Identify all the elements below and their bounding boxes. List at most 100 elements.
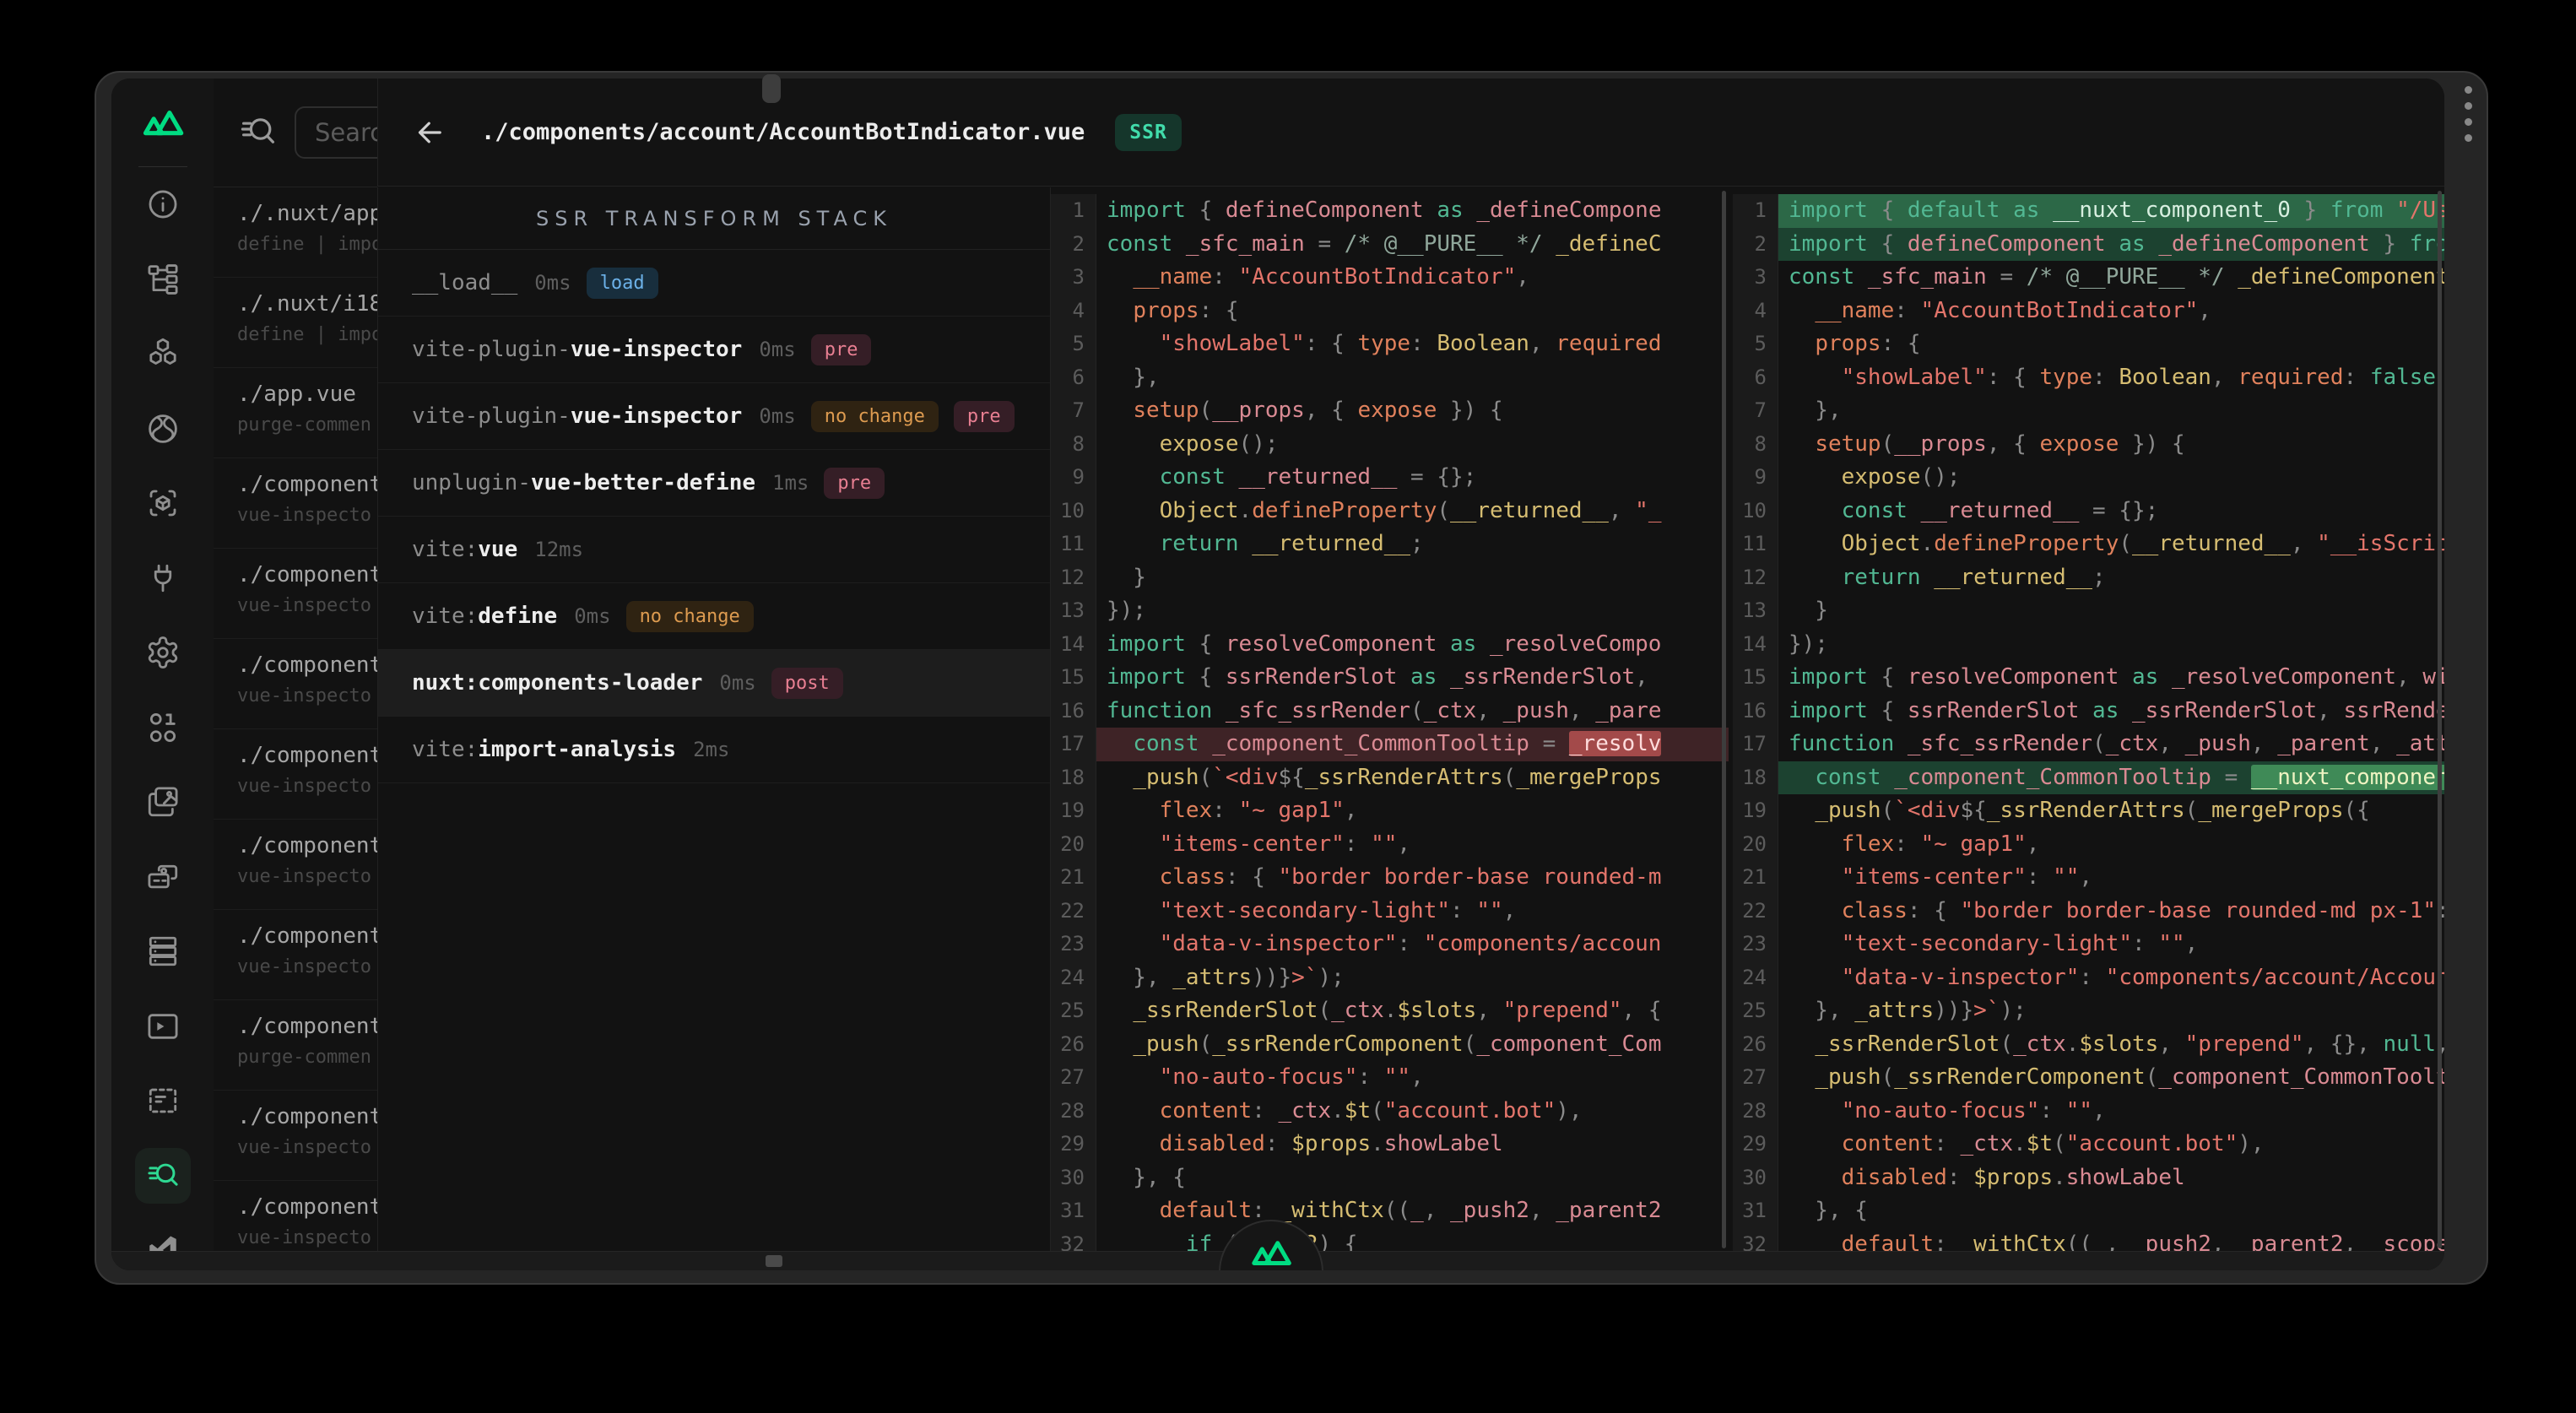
code-token: _ssrRenderComponent <box>1212 1031 1463 1057</box>
inspect-icon <box>145 1158 181 1194</box>
sidebar-item-assets[interactable] <box>111 765 214 840</box>
code-token: : <box>2079 965 2105 990</box>
sidebar-item-pages[interactable] <box>111 242 214 317</box>
code-token: _attrs <box>1854 998 1934 1023</box>
line-number: 23 <box>1051 928 1096 961</box>
code-token: Boolean <box>1437 331 1529 356</box>
line-number: 29 <box>1051 1128 1096 1161</box>
line-content: default: _withCtx((_, _push2, _parent2 <box>1096 1194 1729 1228</box>
line-number: 2 <box>1051 228 1096 262</box>
code-token: , <box>1503 898 1517 923</box>
code-token: expose <box>2039 431 2119 457</box>
file-list-item[interactable]: ./componentvue-inspecto <box>214 458 377 549</box>
code-token <box>1107 1031 1133 1057</box>
file-list-item[interactable]: ./componentpurge-commen <box>214 1000 377 1091</box>
transform-stack-row[interactable]: nuxt:components-loader0mspost <box>378 650 1050 717</box>
file-list-item[interactable]: ./app.vuepurge-commen <box>214 368 377 458</box>
transform-stack-row[interactable]: unplugin-vue-better-define1mspre <box>378 450 1050 517</box>
file-list-item[interactable]: ./componentvue-inspecto <box>214 820 377 910</box>
code-token: required <box>1556 331 1661 356</box>
sidebar-item-modules[interactable] <box>111 466 214 541</box>
code-token: "account.bot" <box>2066 1131 2238 1156</box>
line-number: 18 <box>1733 761 1778 795</box>
code-token: class <box>1160 864 1226 890</box>
transform-stack-row[interactable]: vite-plugin-vue-inspector0mspre <box>378 317 1050 383</box>
code-token: , <box>2092 1098 2106 1123</box>
code-line: 8 expose(); <box>1051 428 1729 462</box>
code-token: { <box>1881 698 1908 723</box>
code-token: { <box>1881 664 1908 690</box>
sidebar-item-terminal[interactable] <box>111 989 214 1064</box>
left-panel-scrollbar[interactable] <box>1722 191 1726 1248</box>
transform-stack-row[interactable]: vite-plugin-vue-inspector0msno changepre <box>378 383 1050 450</box>
code-token: _resolv <box>1569 731 1662 756</box>
line-content: const __returned__ = {}; <box>1778 495 2444 528</box>
code-panel-before: 1import { defineComponent as _defineComp… <box>1051 187 1729 1270</box>
sidebar-item-runtime-config[interactable] <box>111 615 214 690</box>
sidebar-item-open-graph[interactable] <box>111 1064 214 1139</box>
sidebar-item-components[interactable] <box>111 317 214 392</box>
code-token: _push <box>1133 765 1199 790</box>
sidebar-item-imports[interactable] <box>111 392 214 467</box>
line-number: 15 <box>1733 661 1778 695</box>
code-token: $t <box>1345 1098 1371 1123</box>
code-token: _sfc_ssrRender <box>1908 731 2092 756</box>
line-content: import { defineComponent as _defineCompo… <box>1778 228 2444 262</box>
sidebar-item-overview[interactable] <box>111 167 214 242</box>
code-token: "text-secondary-light" <box>1842 931 2132 956</box>
code-line: 28 content: _ctx.$t("account.bot"), <box>1051 1095 1729 1129</box>
transform-stack-row[interactable]: vite:import-analysis2ms <box>378 717 1050 783</box>
code-token: type <box>2039 365 2092 390</box>
code-token: _ <box>1410 1198 1424 1223</box>
file-list-item[interactable]: ./componentvue-inspecto <box>214 1091 377 1181</box>
bottom-scrollbar-thumb[interactable] <box>766 1255 782 1267</box>
code-token: ))} <box>1934 998 1973 1023</box>
right-panel-scrollbar[interactable] <box>2438 191 2442 1248</box>
line-number: 3 <box>1733 261 1778 295</box>
code-token: _push <box>1815 1064 1881 1090</box>
code-token: = <box>1305 231 1345 257</box>
line-number: 25 <box>1733 994 1778 1028</box>
sidebar <box>111 78 214 1270</box>
code-token: "items-center" <box>1160 831 1345 857</box>
code-token <box>1107 498 1160 523</box>
code-token: }) { <box>2119 431 2184 457</box>
sidebar-item-plugins[interactable] <box>111 541 214 616</box>
file-list-item[interactable]: ./componentvue-inspecto <box>214 639 377 729</box>
code-token: const <box>1160 464 1239 490</box>
code-token: }, <box>1789 398 1842 423</box>
code-token: ( <box>1371 1098 1384 1123</box>
file-list-item[interactable]: ./.nuxt/appdefine | impo <box>214 187 377 278</box>
sidebar-item-payload[interactable] <box>111 690 214 766</box>
sidebar-item-storage[interactable] <box>111 914 214 989</box>
code-token <box>1107 431 1160 457</box>
search-input[interactable] <box>295 106 377 159</box>
sidebar-item-server-routes[interactable] <box>111 840 214 915</box>
plugin-name-prefix: vite-plugin- <box>412 403 571 429</box>
transform-stack-row[interactable]: __load__0msload <box>378 250 1050 317</box>
sidebar-item-vite-inspect[interactable] <box>111 1139 214 1214</box>
transform-stack-row[interactable]: vite:vue12ms <box>378 517 1050 583</box>
code-token: import <box>1789 231 1881 257</box>
plugin-time: 0ms <box>574 604 610 628</box>
line-number: 23 <box>1733 928 1778 961</box>
line-number: 24 <box>1051 961 1096 995</box>
code-token <box>1789 1064 1815 1090</box>
code-token: as <box>2079 698 2132 723</box>
code-token: as <box>2106 231 2159 257</box>
line-content: _push(_ssrRenderComponent(_component_Com… <box>1778 1061 2444 1095</box>
code-token: , <box>2027 831 2040 857</box>
window-drag-handle[interactable] <box>762 74 781 103</box>
payload-icon <box>145 710 181 745</box>
line-content: class: { "border border-base rounded-md … <box>1778 895 2444 928</box>
back-button[interactable] <box>412 115 447 150</box>
code-token: import <box>1789 698 1881 723</box>
transform-stack-row[interactable]: vite:define0msno change <box>378 583 1050 650</box>
file-list-item[interactable]: ./componentvue-inspecto <box>214 549 377 639</box>
line-number: 21 <box>1051 861 1096 895</box>
file-list-item[interactable]: ./componentvue-inspecto <box>214 729 377 820</box>
file-list-item[interactable]: ./.nuxt/i18define | impo <box>214 278 377 368</box>
window-grip-dots[interactable] <box>2465 86 2472 142</box>
file-list-item[interactable]: ./componentvue-inspecto <box>214 910 377 1000</box>
code-token: , <box>1609 498 1635 523</box>
